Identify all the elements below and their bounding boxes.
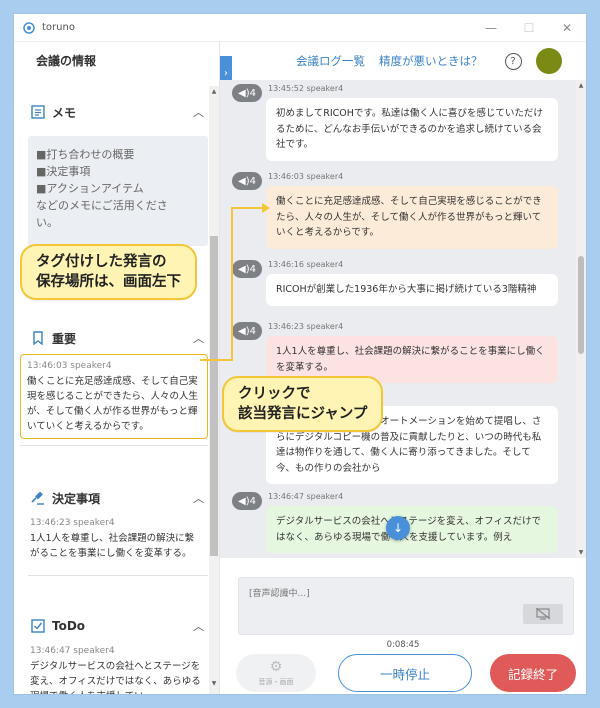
speaker-badge[interactable]: ◀)4	[232, 322, 262, 340]
app-window: toruno — ☐ ✕ 会議の情報 ▲ ▼ メモ ︿ ■打ち合わせの概要 ■決…	[14, 14, 586, 694]
gear-icon: ⚙	[269, 659, 283, 675]
decisions-label: 決定事項	[52, 491, 101, 506]
message-timestamp: 13:46:23 speaker4	[268, 322, 344, 331]
scroll-up-icon[interactable]: ▲	[209, 88, 219, 100]
chevron-up-icon[interactable]: ︿	[193, 104, 204, 120]
feed-scroll-thumb[interactable]	[578, 256, 584, 354]
item-text: 働くことに充足感達成感、そして自己実現を感じることができたら、人々の人生が、そし…	[27, 376, 199, 432]
top-toolbar: 会議ログ一覧 精度が悪いときは？ ?	[232, 42, 586, 80]
sidebar-scrollbar[interactable]: ▲ ▼	[209, 86, 219, 694]
message-bubble[interactable]: RICOHが創業した1936年から大事に掲げ続けている3階精神	[266, 274, 558, 306]
important-header[interactable]: 重要 ︿	[20, 324, 208, 352]
message-bubble[interactable]: 初めましてRICOHです。私達は働く人に喜びを感じていただけるために、どんなお手…	[266, 98, 558, 161]
avatar[interactable]	[535, 48, 562, 74]
message-timestamp: 13:46:16 speaker4	[268, 260, 344, 269]
chevron-up-icon[interactable]: ︿	[193, 618, 204, 634]
memo-textarea[interactable]: ■打ち合わせの概要 ■決定事項 ■アクションアイテム などのメモにご活用くださ …	[28, 136, 208, 246]
message-timestamp: 13:46:47 speaker4	[268, 492, 344, 501]
memo-section: メモ ︿ ■打ち合わせの概要 ■決定事項 ■アクションアイテム などのメモにご活…	[28, 98, 208, 246]
chevron-right-icon: ›	[224, 67, 228, 79]
speaker-badge[interactable]: ◀)4	[232, 492, 262, 510]
item-timestamp: 13:46:23 speaker4	[30, 518, 115, 528]
todo-section: ToDo ︿ 13:46:47 speaker4 デジタルサービスの会社へとステ…	[28, 612, 208, 694]
todo-header[interactable]: ToDo ︿	[28, 612, 208, 640]
elapsed-timer: 0:08:45	[386, 640, 420, 650]
transcript-feed: ◀) 4 13:45:52 speaker4 初めましてRICOHです。私達は働く…	[220, 80, 586, 558]
minimize-button[interactable]: —	[472, 14, 510, 42]
meeting-log-link[interactable]: 会議ログ一覧	[296, 53, 365, 69]
item-timestamp: 13:46:03 speaker4	[27, 361, 112, 371]
speaker-icon: ◀)	[238, 263, 250, 275]
speaker-badge[interactable]: ◀)4	[232, 84, 262, 102]
todo-item[interactable]: 13:46:47 speaker4 デジタルサービスの会社へとステージを変え、オ…	[28, 640, 208, 694]
checkbox-icon	[30, 618, 46, 634]
memo-line: ■アクションアイテム	[36, 182, 144, 195]
scroll-down-icon[interactable]: ▼	[209, 680, 219, 692]
decisions-section: 決定事項 ︿ 13:46:23 speaker4 1人1人を尊重し、社会課題の解…	[28, 484, 208, 576]
message-timestamp: 13:45:52 speaker4	[268, 84, 344, 93]
memo-line: ■打ち合わせの概要	[36, 148, 135, 161]
speaker-badge[interactable]: ◀)4	[232, 260, 262, 278]
message-bubble-todo[interactable]: デジタルサービスの会社へとステージを変え、オフィスだけではなく、あらゆる現場で働…	[266, 506, 558, 553]
sidebar-scroll-thumb[interactable]	[210, 236, 218, 556]
main-panel: › 会議ログ一覧 精度が悪いときは？ ? ◀) 4 13:45:52 speake…	[220, 42, 586, 694]
speaker-badge[interactable]: ◀)4	[232, 172, 262, 190]
scroll-up-icon[interactable]: ▲	[576, 82, 586, 89]
speaker-icon: ◀)	[238, 87, 250, 99]
message-timestamp: 13:46:03 speaker4	[268, 172, 344, 181]
close-button[interactable]: ✕	[548, 14, 586, 42]
decision-item[interactable]: 13:46:23 speaker4 1人1人を尊重し、社会課題の解決に繋がること…	[28, 512, 208, 565]
speech-recognition-box: [音声認識中...]	[238, 577, 574, 635]
end-recording-button[interactable]: 記録終了	[490, 654, 576, 692]
memo-icon	[30, 104, 46, 120]
memo-header[interactable]: メモ ︿	[28, 98, 208, 126]
screen-off-icon	[535, 608, 551, 620]
memo-line: ■決定事項	[36, 165, 91, 178]
jump-hint-callout: クリックで 該当発言にジャンプ	[222, 376, 384, 432]
bookmark-icon	[30, 330, 46, 346]
tag-location-callout: タグ付けした発言の 保存場所は、画面左下	[20, 244, 197, 300]
speaker-icon: ◀)	[238, 325, 250, 337]
important-item[interactable]: 13:46:03 speaker4 働くことに充足感達成感、そして自己実現を感じ…	[20, 354, 208, 439]
decisions-header[interactable]: 決定事項 ︿	[28, 484, 208, 512]
scroll-down-icon[interactable]: ▼	[576, 549, 586, 556]
recognition-status: [音声認識中...]	[249, 589, 310, 599]
screen-off-button[interactable]	[523, 604, 563, 624]
chevron-up-icon[interactable]: ︿	[193, 330, 204, 346]
todo-label: ToDo	[52, 619, 86, 633]
maximize-button[interactable]: ☐	[510, 14, 548, 42]
sidebar: 会議の情報 ▲ ▼ メモ ︿ ■打ち合わせの概要 ■決定事項 ■アクションアイテ…	[14, 42, 220, 694]
message-bubble-important[interactable]: 働くことに充足感達成感、そして自己実現を感じることができたら、人々の人生が、そし…	[266, 186, 558, 249]
accuracy-help-link[interactable]: 精度が悪いときは？	[379, 53, 483, 69]
speaker-icon: ◀)	[238, 175, 250, 187]
item-timestamp: 13:46:47 speaker4	[30, 646, 115, 656]
app-title: toruno	[42, 22, 75, 33]
item-text: 1人1人を尊重し、社会課題の解決に繋がることを事業にし働くを変革する。	[30, 533, 195, 559]
chevron-up-icon[interactable]: ︿	[193, 490, 204, 506]
memo-label: メモ	[52, 105, 77, 120]
item-text: デジタルサービスの会社へとステージを変え、オフィスだけではなく、あらゆる現場で働…	[30, 661, 201, 694]
sidebar-title: 会議の情報	[36, 53, 97, 68]
memo-line: などのメモにご活用くださ	[36, 199, 168, 212]
divider	[28, 575, 208, 576]
audio-settings-label: 音源・画面	[258, 678, 294, 686]
memo-line: い。	[36, 216, 58, 229]
important-label: 重要	[52, 331, 77, 346]
gavel-icon	[30, 490, 46, 506]
arrow-down-icon: ↓	[392, 521, 404, 535]
scroll-to-latest-button[interactable]: ↓	[386, 516, 410, 540]
divider	[20, 445, 208, 446]
toruno-logo-icon	[22, 21, 36, 35]
help-icon[interactable]: ?	[504, 52, 522, 70]
title-bar: toruno — ☐ ✕	[14, 14, 586, 42]
pause-button[interactable]: 一時停止	[338, 654, 472, 692]
feed-scrollbar[interactable]: ▲ ▼	[576, 80, 586, 558]
important-section: 重要 ︿ 13:46:03 speaker4 働くことに充足感達成感、そして自己…	[20, 324, 208, 446]
speaker-icon: ◀)	[238, 495, 250, 507]
audio-settings-button[interactable]: ⚙ 音源・画面	[236, 654, 316, 692]
